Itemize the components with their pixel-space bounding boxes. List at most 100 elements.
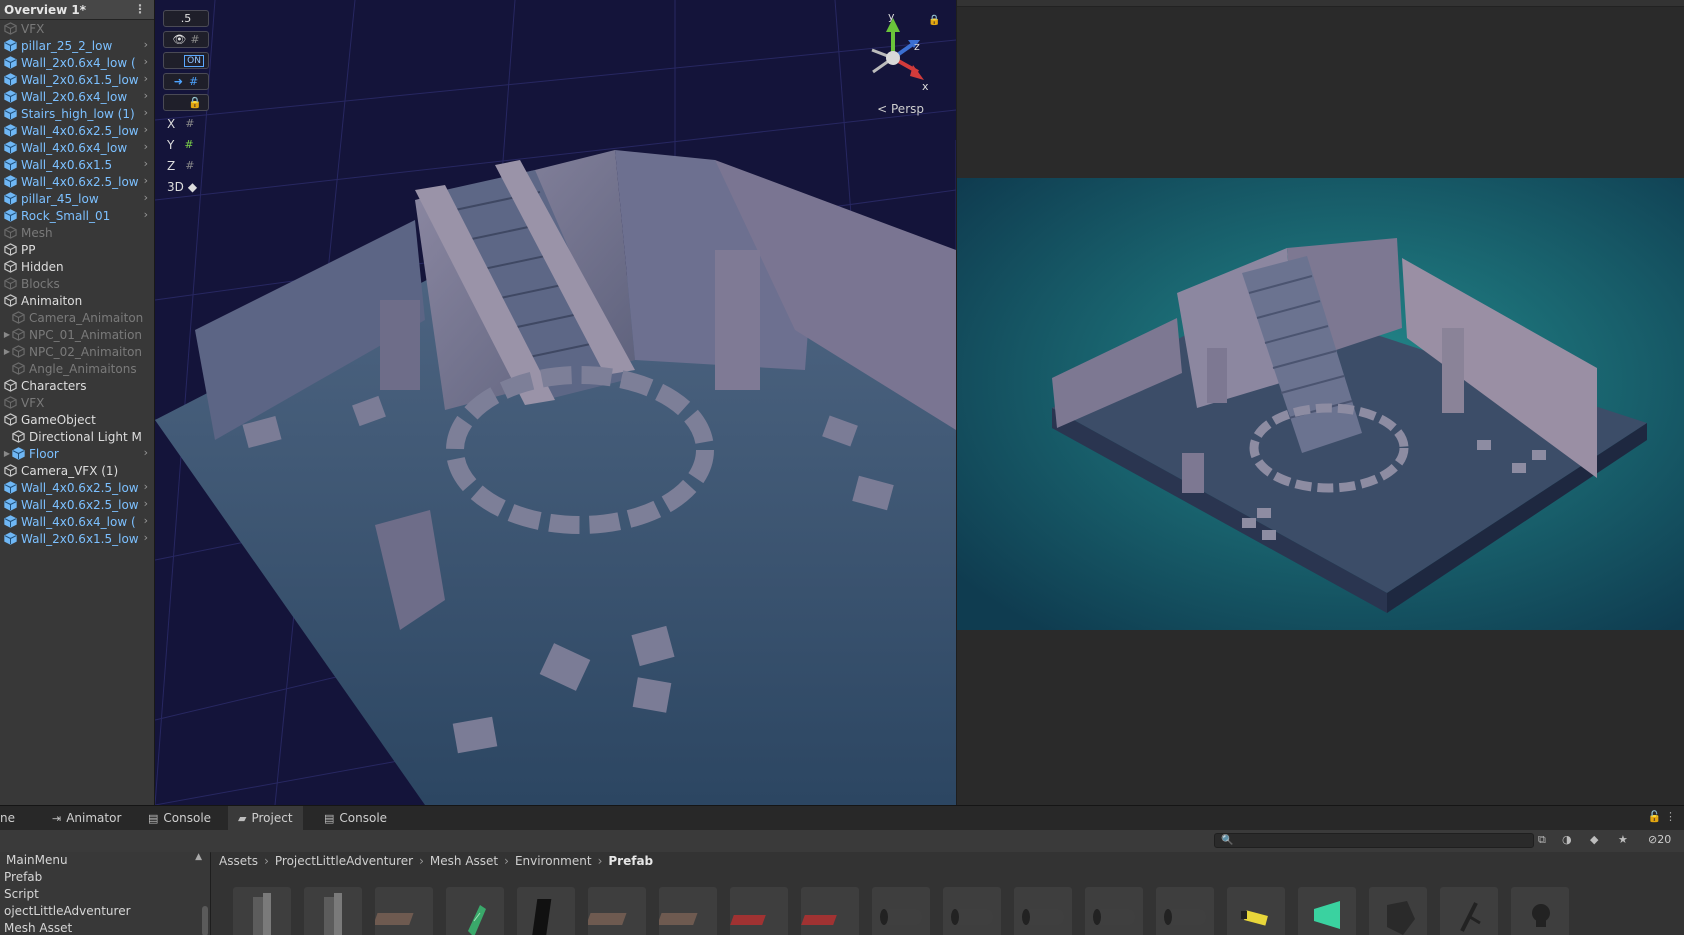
folder-tree-item[interactable]: MainMenu <box>0 852 210 869</box>
y-axis-grid-toggle[interactable]: Y # <box>163 136 209 153</box>
hidden-packages-toggle[interactable]: ⊘20 <box>1648 833 1671 846</box>
hierarchy-item[interactable]: Wall_4x0.6x4_low › <box>0 139 154 156</box>
hierarchy-item[interactable]: Mesh <box>0 224 154 241</box>
folder-tree-item[interactable]: ojectLittleAdventurer <box>0 903 210 920</box>
hierarchy-item[interactable]: Wall_4x0.6x2.5_low › <box>0 173 154 190</box>
chevron-right-icon[interactable]: › <box>144 497 148 510</box>
asset-thumbnail[interactable] <box>517 887 575 935</box>
chevron-right-icon[interactable]: › <box>144 38 148 51</box>
breadcrumb-item[interactable]: Prefab <box>608 854 653 868</box>
hierarchy-item[interactable]: ▶ NPC_01_Animation <box>0 326 154 343</box>
favorite-star-icon[interactable]: ★ <box>1618 833 1628 846</box>
asset-thumbnail[interactable] <box>801 887 859 935</box>
hierarchy-item[interactable]: pillar_25_2_low › <box>0 37 154 54</box>
chevron-right-icon[interactable]: › <box>144 106 148 119</box>
scroll-up-icon[interactable]: ▲ <box>195 852 202 862</box>
chevron-right-icon[interactable]: › <box>144 480 148 493</box>
asset-thumbnail[interactable] <box>375 887 433 935</box>
grid-snap-toggle[interactable]: ON <box>163 52 209 69</box>
move-snap-button[interactable]: ➜ # <box>163 73 209 90</box>
asset-thumbnail[interactable] <box>1369 887 1427 935</box>
expand-arrow-icon[interactable]: ▶ <box>3 330 11 339</box>
asset-thumbnail[interactable] <box>1511 887 1569 935</box>
tab-options[interactable]: 🔓 ⋮ <box>1648 810 1676 823</box>
tab-console-2[interactable]: ▤ Console <box>316 806 395 830</box>
asset-thumbnail[interactable] <box>1227 887 1285 935</box>
folder-tree-item[interactable]: Script <box>0 886 210 903</box>
hierarchy-item[interactable]: Camera_VFX (1) <box>0 462 154 479</box>
asset-thumbnail[interactable] <box>304 887 362 935</box>
more-options-icon[interactable]: ⋮ <box>1665 810 1676 823</box>
chevron-right-icon[interactable]: › <box>144 89 148 102</box>
x-axis-grid-toggle[interactable]: X # <box>163 115 209 132</box>
more-options-icon[interactable]: ⋮ <box>134 2 146 16</box>
hierarchy-item[interactable]: Stairs_high_low (1) › <box>0 105 154 122</box>
breadcrumb-item[interactable]: ProjectLittleAdventurer <box>275 854 413 868</box>
hierarchy-item[interactable]: Directional Light M <box>0 428 154 445</box>
chevron-right-icon[interactable]: › <box>144 531 148 544</box>
asset-thumbnail[interactable] <box>233 887 291 935</box>
chevron-right-icon[interactable]: › <box>144 174 148 187</box>
hierarchy-item[interactable]: Wall_4x0.6x1.5 › <box>0 156 154 173</box>
chevron-right-icon[interactable]: › <box>144 446 148 459</box>
asset-thumbnail[interactable] <box>1085 887 1143 935</box>
asset-thumbnail[interactable] <box>730 887 788 935</box>
chevron-right-icon[interactable]: › <box>144 208 148 221</box>
folder-tree-item[interactable]: Mesh Asset <box>0 920 210 935</box>
chevron-right-icon[interactable]: › <box>144 55 148 68</box>
grid-size-field[interactable]: .5 <box>163 10 209 27</box>
chevron-right-icon[interactable]: › <box>144 72 148 85</box>
chevron-right-icon[interactable]: › <box>144 140 148 153</box>
game-view-render[interactable] <box>957 178 1684 630</box>
filter-by-type-icon[interactable]: ◑ <box>1562 833 1572 846</box>
hierarchy-item[interactable]: Wall_2x0.6x4_low (› <box>0 54 154 71</box>
asset-thumbnail[interactable] <box>588 887 646 935</box>
hierarchy-item[interactable]: PP <box>0 241 154 258</box>
tab-animator[interactable]: ⇥ Animator <box>44 806 129 830</box>
hierarchy-item[interactable]: pillar_45_low › <box>0 190 154 207</box>
breadcrumb-item[interactable]: Mesh Asset <box>430 854 498 868</box>
breadcrumb-item[interactable]: Environment <box>515 854 592 868</box>
tab-console[interactable]: ▤ Console <box>140 806 219 830</box>
hierarchy-item[interactable]: ▶ NPC_02_Animaiton <box>0 343 154 360</box>
asset-thumbnail[interactable] <box>872 887 930 935</box>
hierarchy-item[interactable]: Wall_4x0.6x2.5_low › <box>0 479 154 496</box>
breadcrumb-item[interactable]: Assets <box>219 854 258 868</box>
folder-tree-item[interactable]: Prefab <box>0 869 210 886</box>
label-icon[interactable]: ◆ <box>1590 833 1598 846</box>
grid-visibility-toggle[interactable]: 👁 # <box>163 31 209 48</box>
hierarchy-item[interactable]: Characters <box>0 377 154 394</box>
chevron-right-icon[interactable]: › <box>144 191 148 204</box>
lock-icon[interactable]: 🔒 <box>928 15 940 26</box>
hierarchy-item[interactable]: VFX <box>0 394 154 411</box>
hierarchy-item[interactable]: Angle_Animaitons <box>0 360 154 377</box>
asset-thumbnail[interactable] <box>943 887 1001 935</box>
tab-project[interactable]: ▰ Project <box>228 806 303 830</box>
hierarchy-item[interactable]: VFX <box>0 20 154 37</box>
folder-tree-scrollbar[interactable] <box>202 906 208 935</box>
lock-icon[interactable]: 🔓 <box>1648 810 1662 823</box>
search-by-type-icon[interactable]: ⧉ <box>1538 833 1546 847</box>
z-axis-grid-toggle[interactable]: Z # <box>163 157 209 174</box>
view-mode-toggle[interactable]: 3D ◆ <box>163 178 209 195</box>
hierarchy-item[interactable]: ▶ Floor › <box>0 445 154 462</box>
tab-scene[interactable]: ne <box>0 806 40 830</box>
asset-thumbnail[interactable] <box>659 887 717 935</box>
expand-arrow-icon[interactable]: ▶ <box>3 347 11 356</box>
hierarchy-item[interactable]: Wall_2x0.6x4_low › <box>0 88 154 105</box>
scene-view[interactable]: .5 👁 # ON ➜ # 🔒 X # Y # Z # 3D ◆ y z x 🔒 < Per… <box>155 0 956 805</box>
hierarchy-item[interactable]: Hidden <box>0 258 154 275</box>
hierarchy-item[interactable]: Animaiton <box>0 292 154 309</box>
hierarchy-item[interactable]: Wall_4x0.6x4_low (› <box>0 513 154 530</box>
hierarchy-item[interactable]: Wall_2x0.6x1.5_low › <box>0 530 154 547</box>
lock-button[interactable]: 🔒 <box>163 94 209 111</box>
asset-thumbnail[interactable] <box>1014 887 1072 935</box>
hierarchy-item[interactable]: Wall_4x0.6x2.5_low › <box>0 496 154 513</box>
hierarchy-item[interactable]: Rock_Small_01 › <box>0 207 154 224</box>
projection-toggle[interactable]: < Persp <box>877 102 924 116</box>
asset-thumbnail[interactable] <box>1156 887 1214 935</box>
hierarchy-item[interactable]: Wall_2x0.6x1.5_low › <box>0 71 154 88</box>
hierarchy-item[interactable]: Blocks <box>0 275 154 292</box>
asset-thumbnail[interactable] <box>1440 887 1498 935</box>
hierarchy-item[interactable]: Camera_Animaiton <box>0 309 154 326</box>
